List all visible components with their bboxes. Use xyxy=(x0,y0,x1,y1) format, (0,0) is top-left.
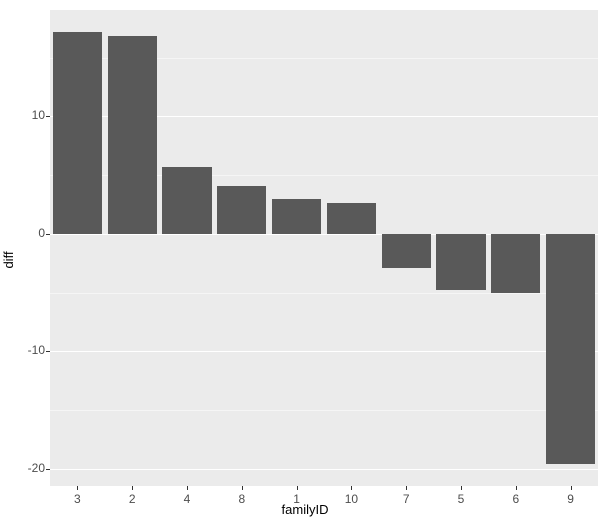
x-tick-label: 4 xyxy=(172,492,202,506)
x-tick-mark xyxy=(351,486,352,490)
x-tick-mark xyxy=(516,486,517,490)
bar xyxy=(162,167,211,234)
x-tick-mark xyxy=(461,486,462,490)
gridline-minor xyxy=(50,293,598,294)
x-tick-mark xyxy=(77,486,78,490)
bar xyxy=(382,234,431,268)
y-tick-label: -10 xyxy=(5,343,45,357)
x-tick-mark xyxy=(132,486,133,490)
x-tick-label: 2 xyxy=(117,492,147,506)
bar xyxy=(327,203,376,234)
y-tick-label: 10 xyxy=(5,108,45,122)
bar xyxy=(272,199,321,234)
gridline-major xyxy=(50,351,598,352)
bar xyxy=(491,234,540,293)
y-tick-mark xyxy=(46,116,50,117)
x-tick-mark xyxy=(571,486,572,490)
bar xyxy=(546,234,595,464)
y-axis-label: diff xyxy=(1,251,16,268)
y-tick-mark xyxy=(46,469,50,470)
gridline-minor xyxy=(50,410,598,411)
y-tick-label: 0 xyxy=(5,226,45,240)
x-tick-mark xyxy=(187,486,188,490)
x-tick-label: 5 xyxy=(446,492,476,506)
y-tick-mark xyxy=(46,351,50,352)
x-tick-label: 7 xyxy=(391,492,421,506)
y-tick-mark xyxy=(46,234,50,235)
x-tick-label: 1 xyxy=(282,492,312,506)
x-tick-label: 3 xyxy=(62,492,92,506)
bar-chart: diff familyID -20-10010 32481107569 xyxy=(0,0,610,519)
x-tick-mark xyxy=(297,486,298,490)
y-tick-label: -20 xyxy=(5,461,45,475)
bar xyxy=(53,32,102,234)
x-tick-mark xyxy=(242,486,243,490)
bar xyxy=(436,234,485,290)
x-tick-label: 10 xyxy=(336,492,366,506)
x-tick-label: 6 xyxy=(501,492,531,506)
x-tick-label: 9 xyxy=(556,492,586,506)
bar xyxy=(108,36,157,234)
plot-panel xyxy=(50,10,598,486)
x-tick-label: 8 xyxy=(227,492,257,506)
x-tick-mark xyxy=(406,486,407,490)
bar xyxy=(217,186,266,234)
gridline-major xyxy=(50,469,598,470)
